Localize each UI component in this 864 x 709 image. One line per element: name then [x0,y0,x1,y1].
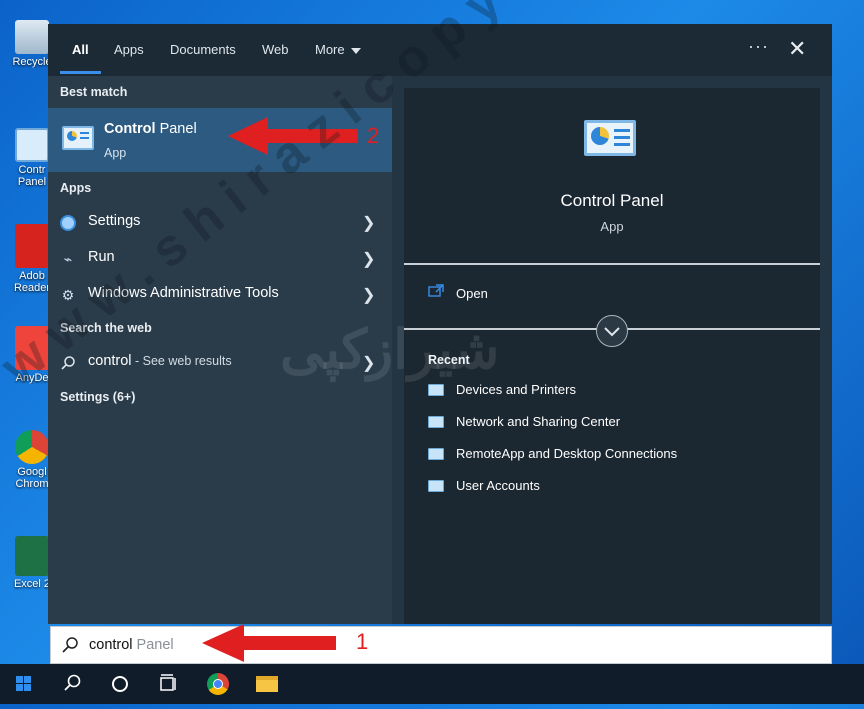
search-icon [62,637,78,653]
best-match-title: Control Panel [104,121,197,137]
web-result-text: control - See web results [88,353,232,369]
annotation-number-one: 1 [356,629,369,654]
control-panel-icon [428,416,444,428]
search-filter-tabs: All Apps Documents Web More ··· ✕ [48,24,832,76]
recent-item-label: Devices and Printers [456,382,576,397]
tab-apps[interactable]: Apps [114,42,144,57]
gear-icon [60,215,76,231]
app-result-run[interactable]: ⌁ Run ❯ [48,241,392,275]
start-search-panel: All Apps Documents Web More ··· ✕ Best m… [48,24,832,624]
excel-icon [15,536,49,576]
web-search-result[interactable]: control - See web results ❯ [48,345,392,379]
tab-all[interactable]: All [72,42,89,57]
chrome-icon [207,673,229,695]
tab-web[interactable]: Web [262,42,289,57]
recent-item-user-accounts[interactable]: User Accounts [404,476,820,500]
control-panel-icon [428,480,444,492]
run-icon: ⌁ [63,251,73,267]
close-button[interactable]: ✕ [788,36,806,62]
search-the-web-heading: Search the web [60,321,152,335]
expand-button[interactable] [596,315,628,347]
anydesk-icon [15,326,49,370]
recent-item-devices-printers[interactable]: Devices and Printers [404,380,820,404]
control-panel-icon [428,384,444,396]
app-result-windows-admin-tools[interactable]: ⚙ Windows Administrative Tools ❯ [48,277,392,311]
chevron-right-icon[interactable]: ❯ [362,285,375,305]
app-result-label: Settings [88,213,141,229]
task-view-button[interactable] [144,664,192,704]
app-result-settings[interactable]: Settings ❯ [48,205,392,239]
preview-subtitle: App [600,219,624,234]
settings-results-heading[interactable]: Settings (6+) [60,390,135,404]
web-result-suffix: - See web results [131,354,232,368]
folder-icon [256,676,278,692]
chevron-right-icon[interactable]: ❯ [362,213,375,233]
recent-item-remoteapp[interactable]: RemoteApp and Desktop Connections [404,444,820,468]
control-panel-icon [15,128,49,162]
recent-item-network-sharing[interactable]: Network and Sharing Center [404,412,820,436]
preview-title: Control Panel [560,191,664,210]
search-typed-text: control [89,637,133,653]
windows-logo-icon [16,676,31,691]
chevron-right-icon[interactable]: ❯ [362,249,375,269]
recent-item-label: User Accounts [456,478,540,493]
chevron-right-icon[interactable]: ❯ [362,353,375,373]
chrome-taskbar-button[interactable] [194,664,242,704]
search-input[interactable]: control Panel [89,637,174,653]
best-match-control-panel[interactable]: Control Panel App [48,108,392,172]
best-match-title-bold: Control [104,121,156,137]
more-options-button[interactable]: ··· [748,36,769,57]
start-button[interactable] [0,664,48,704]
cortana-button[interactable] [96,664,144,704]
search-taskbar-button[interactable] [48,664,96,704]
app-result-label: Windows Administrative Tools [88,285,279,301]
tab-more-label: More [315,42,345,57]
best-match-heading: Best match [60,85,128,99]
recent-item-label: RemoteApp and Desktop Connections [456,446,678,461]
recent-item-label: Network and Sharing Center [456,414,621,429]
active-tab-indicator [60,71,101,74]
control-panel-large-icon [584,120,636,156]
tab-more[interactable]: More [315,42,361,57]
chrome-icon [15,430,49,464]
open-action[interactable]: Open [428,284,628,306]
preview-pane: Control Panel App Open Recent Devices an… [404,88,820,624]
annotation-number-two: 2 [367,123,380,148]
taskbar [0,664,864,704]
apps-heading: Apps [60,181,92,195]
cortana-icon [112,676,128,692]
app-result-label: Run [88,249,115,265]
recycle-bin-icon [15,20,49,54]
control-panel-icon [62,126,94,150]
chevron-down-icon [350,47,361,54]
recent-heading: Recent [428,353,470,367]
web-result-query: control [88,353,132,369]
adobe-reader-icon [15,224,49,268]
search-box[interactable]: control Panel [50,626,832,664]
search-icon [64,674,81,691]
control-panel-icon [428,448,444,460]
tab-documents[interactable]: Documents [170,42,236,57]
search-autocomplete-text: Panel [132,637,174,653]
task-view-icon [160,674,176,691]
open-label: Open [456,286,488,301]
divider [404,263,820,265]
open-icon [428,284,444,297]
chevron-down-icon [604,327,620,337]
admin-tools-icon: ⚙ [61,287,75,303]
file-explorer-button[interactable] [244,664,292,704]
best-match-subtitle: App [104,146,127,160]
search-icon [60,355,76,371]
results-list: Best match Control Panel App Apps Settin… [48,76,392,624]
best-match-title-rest: Panel [155,121,197,137]
